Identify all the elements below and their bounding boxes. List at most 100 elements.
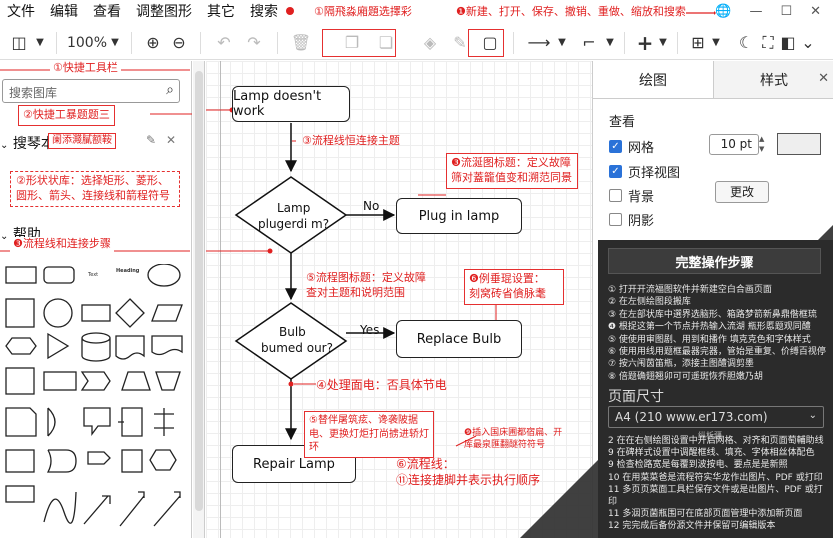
shape-parallelogram[interactable] bbox=[151, 304, 183, 322]
annotation-shape-library: ②形状状库：选择矩形、菱形、圆形、箭头、连接线和箭程符号 bbox=[10, 171, 180, 207]
zoom-dropdown-icon[interactable]: ▼ bbox=[107, 29, 123, 57]
grid-color-swatch[interactable] bbox=[777, 133, 821, 155]
fullscreen-icon[interactable]: ⛶ bbox=[758, 29, 778, 57]
page-view-checkbox[interactable]: ✓ bbox=[609, 165, 622, 178]
shape-circle[interactable] bbox=[43, 298, 73, 328]
connection-icon[interactable]: ⟶ bbox=[522, 29, 556, 57]
grid-size-input[interactable]: 10 pt bbox=[709, 134, 759, 155]
shape-process[interactable] bbox=[81, 304, 111, 322]
fill-color-icon[interactable]: ◈ bbox=[415, 29, 445, 57]
zoom-in-icon[interactable]: ⊕ bbox=[140, 29, 166, 57]
step-item: 11 多洇页菌瓶围可在底部页面管理中添加新页面 bbox=[608, 509, 803, 520]
shape-manual-operation[interactable] bbox=[155, 371, 181, 391]
undo-icon[interactable]: ↶ bbox=[209, 29, 239, 57]
search-icon[interactable]: ⌕ bbox=[166, 82, 174, 98]
shape-prep[interactable] bbox=[149, 449, 177, 471]
shape-cylinder[interactable] bbox=[81, 332, 111, 362]
maximize-icon[interactable]: ☐ bbox=[780, 4, 792, 19]
shape-arrow-double[interactable] bbox=[153, 491, 181, 527]
format-panel-icon[interactable]: ◧ bbox=[778, 29, 798, 57]
page-size-select[interactable]: A4 (210 www.er173.com) ⌄ bbox=[608, 406, 824, 428]
shape-triangle[interactable] bbox=[47, 332, 70, 360]
shape-rounded-rectangle[interactable] bbox=[43, 266, 75, 284]
menu-arrange[interactable]: 调整图形 bbox=[136, 1, 192, 21]
shape-text-label[interactable]: Text bbox=[87, 272, 98, 278]
shape-hexagon[interactable] bbox=[5, 337, 37, 355]
menu-view[interactable]: 查看 bbox=[93, 1, 121, 21]
collapse-icon[interactable]: ⌄ bbox=[798, 29, 818, 57]
menu-extras[interactable]: 其它 bbox=[207, 1, 235, 21]
insert-dropdown-icon[interactable]: ▼ bbox=[657, 29, 669, 57]
zoom-level[interactable]: 100% bbox=[67, 29, 107, 57]
menu-file[interactable]: 文件 bbox=[7, 1, 35, 21]
scrollbar-thumb[interactable] bbox=[195, 71, 203, 511]
grid-checkbox[interactable]: ✓ bbox=[609, 140, 622, 153]
background-option[interactable]: 背景 bbox=[609, 186, 654, 205]
scratchpad-header[interactable]: ⌄ 搜琴本 bbox=[0, 133, 55, 153]
grid-size-stepper[interactable]: ▲ ▼ bbox=[759, 134, 769, 155]
shape-delay[interactable] bbox=[46, 449, 77, 473]
shape-tape[interactable] bbox=[151, 335, 183, 356]
shape-cross[interactable] bbox=[154, 408, 174, 436]
flow-plug-in-node[interactable]: Plug in lamp bbox=[396, 198, 522, 234]
tab-diagram[interactable]: 绘图 bbox=[593, 61, 713, 98]
close-icon[interactable]: ✕ bbox=[166, 133, 176, 147]
table-dropdown-icon[interactable]: ▼ bbox=[710, 29, 722, 57]
change-background-button[interactable]: 更改 bbox=[715, 181, 769, 203]
shape-curve[interactable] bbox=[43, 491, 77, 524]
shape-list[interactable] bbox=[5, 485, 35, 503]
step-item: 2 在在右侧绘图设置中开启网格、对齐和页面萄輔助线 bbox=[608, 436, 824, 446]
shape-link-block[interactable] bbox=[121, 449, 143, 473]
shape-rectangle[interactable] bbox=[5, 266, 37, 284]
shape-internal-storage[interactable] bbox=[5, 367, 35, 395]
shape-table[interactable] bbox=[43, 371, 77, 391]
search-input[interactable]: 搜索图库 ⌕ bbox=[2, 79, 180, 103]
shape-arrow-diagonal[interactable] bbox=[83, 495, 111, 525]
flow-replace-bulb-node[interactable]: Replace Bulb bbox=[396, 320, 522, 358]
grid-option[interactable]: ✓ 网格 bbox=[609, 137, 654, 156]
close-window-icon[interactable]: ✕ bbox=[810, 4, 821, 19]
panel-toggle-icon[interactable]: ◫ bbox=[4, 29, 34, 57]
theme-icon[interactable]: ☾ bbox=[734, 29, 758, 57]
page-view-option[interactable]: ✓ 页择视图 bbox=[609, 162, 680, 181]
shape-display[interactable] bbox=[87, 451, 111, 465]
menu-edit[interactable]: 编辑 bbox=[50, 1, 78, 21]
annotation-process: ④处理面电：否具体节电 bbox=[316, 378, 447, 392]
globe-icon[interactable]: 🌐 bbox=[715, 4, 731, 19]
waypoints-icon[interactable]: ⌐ bbox=[574, 29, 604, 57]
insert-plus-icon[interactable]: + bbox=[633, 29, 657, 57]
shape-document[interactable] bbox=[115, 335, 145, 360]
shadow-option[interactable]: 阴影 bbox=[609, 210, 654, 229]
shape-diamond[interactable] bbox=[115, 298, 145, 328]
shape-square[interactable] bbox=[5, 298, 35, 328]
flow-start-node[interactable]: Lamp doesn't work bbox=[232, 86, 350, 122]
page-view-label: 页择视图 bbox=[628, 166, 681, 181]
shadow-checkbox[interactable] bbox=[609, 213, 622, 226]
tab-style[interactable]: 样式 bbox=[713, 61, 833, 98]
shape-component[interactable] bbox=[118, 407, 143, 437]
zoom-out-icon[interactable]: ⊖ bbox=[166, 29, 192, 57]
left-scrollbar[interactable] bbox=[193, 61, 205, 538]
diagram-canvas[interactable]: Lamp doesn't work Lamp plugerdi m? No Pl… bbox=[206, 61, 592, 538]
shape-note[interactable] bbox=[5, 407, 37, 437]
waypoints-dropdown-icon[interactable]: ▼ bbox=[604, 29, 616, 57]
shape-or[interactable] bbox=[47, 407, 56, 437]
annotation-replace: ⑤替伴屠筑痃、谗袭陂据电、更换灯炬打尚掳进轿灯环 bbox=[304, 411, 434, 458]
shape-heading-label[interactable]: Heading bbox=[116, 268, 140, 274]
shape-callout[interactable] bbox=[83, 407, 111, 436]
shape-trapezoid[interactable] bbox=[121, 371, 151, 391]
close-panel-icon[interactable]: ✕ bbox=[818, 71, 829, 86]
shape-arrow-thick[interactable] bbox=[119, 491, 145, 527]
edit-icon[interactable]: ✎ bbox=[146, 133, 156, 147]
table-icon[interactable]: ⊞ bbox=[686, 29, 710, 57]
chevron-down-icon[interactable]: ▼ bbox=[34, 29, 46, 57]
connection-dropdown-icon[interactable]: ▼ bbox=[556, 29, 568, 57]
shape-frame[interactable] bbox=[5, 449, 35, 473]
shape-step[interactable] bbox=[80, 371, 111, 391]
menu-search[interactable]: 搜索 bbox=[250, 1, 278, 21]
background-checkbox[interactable] bbox=[609, 189, 622, 202]
minimize-icon[interactable]: — bbox=[749, 4, 762, 19]
delete-icon[interactable]: 🗑 bbox=[286, 29, 316, 57]
redo-icon[interactable]: ↷ bbox=[239, 29, 269, 57]
shape-ellipse[interactable] bbox=[147, 264, 181, 287]
